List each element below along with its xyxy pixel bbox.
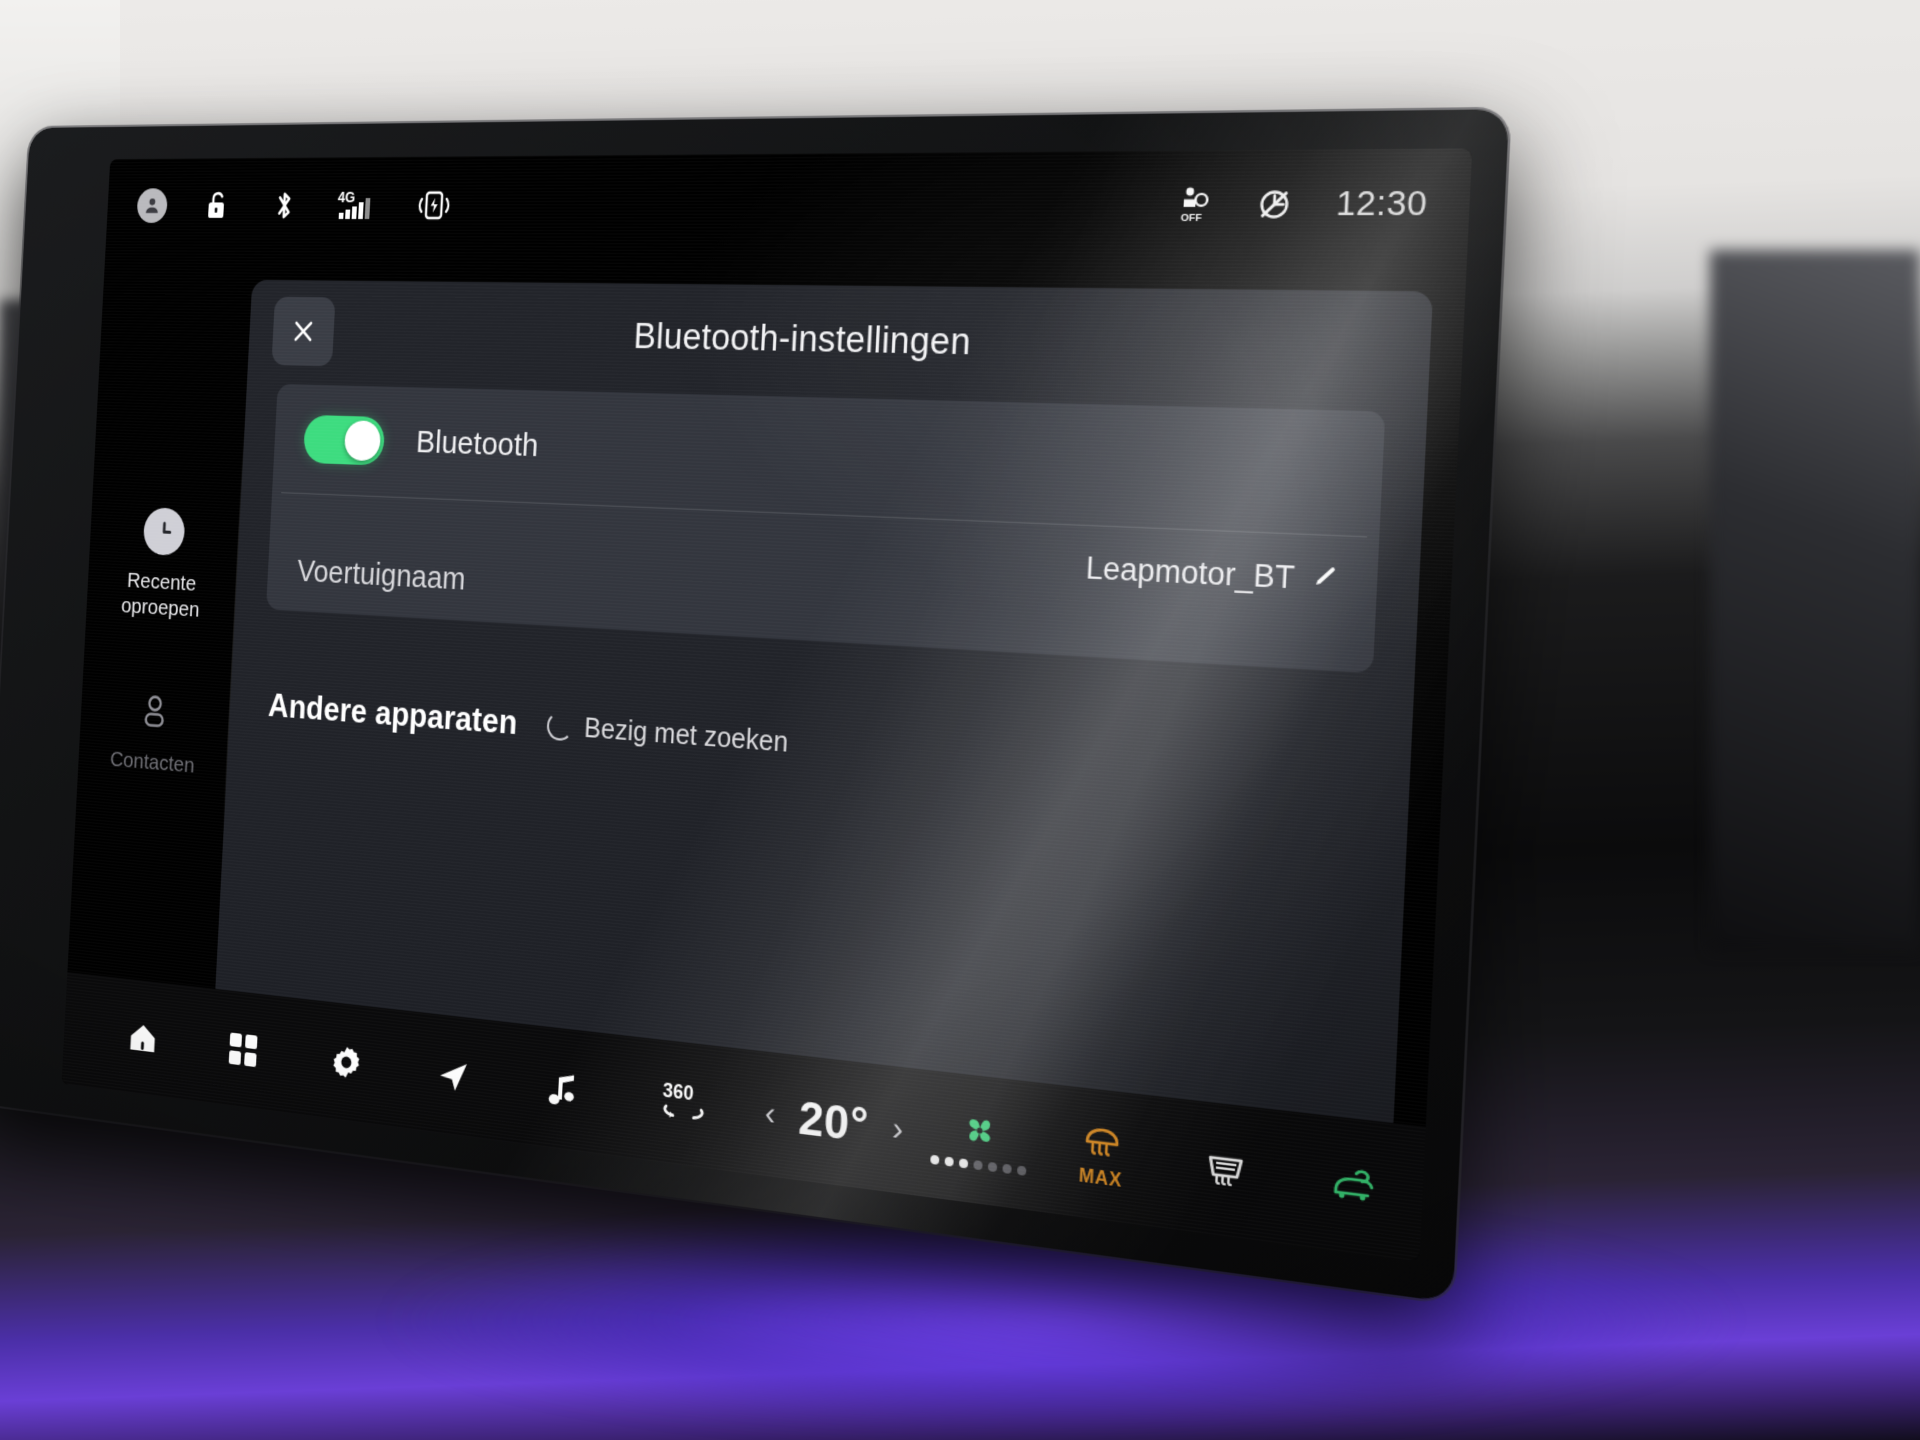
person-icon (133, 687, 176, 737)
profile-icon[interactable] (136, 188, 169, 223)
grid-apps-icon (228, 1032, 258, 1068)
sidebar-label-line-1: Recente (126, 568, 197, 596)
signal-4g-icon: 4G (336, 188, 379, 224)
airbag-off-icon: OFF (1174, 185, 1216, 225)
airflow-mode-icon (1466, 1176, 1473, 1227)
navigation-button[interactable] (396, 1010, 510, 1141)
vehicle-name-value: Leapmotor_BT (1084, 550, 1296, 596)
bluetooth-toggle[interactable] (302, 414, 386, 466)
status-bar-right-icons: OFF 12:30 (1174, 184, 1428, 225)
rear-defrost-icon (1201, 1144, 1251, 1195)
svg-text:4G: 4G (337, 189, 355, 205)
close-button[interactable] (271, 296, 336, 367)
camera-360-button[interactable]: 360 (615, 1035, 753, 1173)
loading-spinner-icon (545, 711, 574, 742)
toggle-knob (343, 420, 382, 462)
status-bar: 4G OFF 12:30 (105, 148, 1472, 260)
other-devices-section: Andere apparaten Bezig met zoeken (267, 687, 1410, 809)
sound-off-icon[interactable] (1254, 184, 1296, 224)
other-devices-title: Andere apparaten (267, 686, 519, 742)
temperature-control: ‹ 20° › (749, 1085, 920, 1160)
fan-icon (969, 1118, 991, 1142)
sidebar-item-recent-calls[interactable]: Recente oproepen (94, 505, 232, 624)
clock-icon (142, 507, 186, 557)
svg-text:360: 360 (662, 1079, 694, 1105)
bluetooth-settings-dialog: Bluetooth-instellingen Bluetooth Leapmot… (215, 279, 1434, 1126)
settings-card: Bluetooth Leapmotor_BT Voertuignaam (266, 383, 1386, 674)
navigation-arrow-icon (439, 1060, 467, 1093)
status-bar-left-icons: 4G (136, 187, 454, 223)
sidebar-label-line-2: oproepen (120, 593, 201, 622)
airflow-mode-button[interactable] (1416, 1126, 1473, 1261)
fan-level-dots (930, 1154, 1027, 1176)
air-recirculation-button[interactable] (1286, 1112, 1422, 1261)
bluetooth-icon[interactable] (268, 188, 301, 223)
home-icon (130, 1023, 156, 1053)
infotainment-screen: 4G OFF 12:30 Recente oproepen Contacten … (61, 148, 1473, 1262)
fan-dot (1017, 1164, 1027, 1176)
stage: 4G OFF 12:30 Recente oproepen Contacten … (0, 0, 1920, 1440)
camera-360-icon: 360 (655, 1079, 713, 1133)
home-button[interactable] (91, 975, 196, 1100)
temperature-value: 20° (797, 1090, 870, 1153)
front-defrost-max-label: MAX (1078, 1166, 1123, 1192)
fan-speed-control[interactable] (917, 1103, 1042, 1177)
scanning-status-text: Bezig met zoeken (583, 712, 789, 758)
fan-dot (973, 1159, 983, 1170)
fan-dot (944, 1155, 954, 1167)
fan-dot (958, 1157, 969, 1169)
music-note-icon (548, 1073, 575, 1105)
sidebar-item-contacts-label: Contacten (109, 747, 196, 778)
infotainment-bezel: 4G OFF 12:30 Recente oproepen Contacten … (0, 109, 1510, 1303)
settings-button[interactable] (291, 998, 402, 1127)
wireless-charging-icon (414, 187, 454, 223)
temp-decrease-button[interactable]: ‹ (764, 1094, 776, 1132)
dialog-title: Bluetooth-instellingen (632, 315, 972, 363)
status-bar-clock: 12:30 (1335, 184, 1429, 224)
media-button[interactable] (504, 1022, 622, 1156)
airbag-off-label: OFF (1181, 211, 1203, 223)
front-defrost-icon (1077, 1117, 1128, 1170)
close-icon (289, 316, 318, 348)
unlock-icon[interactable] (202, 188, 234, 223)
air-recirculation-icon (1325, 1159, 1381, 1212)
sidebar-item-contacts[interactable]: Contacten (86, 684, 223, 781)
gear-icon (332, 1045, 360, 1080)
fan-dot (987, 1161, 998, 1172)
sidebar-item-recent-calls-label: Recente oproepen (121, 567, 202, 623)
front-defrost-button[interactable]: MAX (1038, 1083, 1166, 1227)
fan-dot (1002, 1163, 1012, 1174)
bluetooth-label: Bluetooth (415, 424, 540, 464)
temp-increase-button[interactable]: › (891, 1110, 904, 1149)
pencil-icon[interactable] (1311, 563, 1339, 597)
scanning-status: Bezig met zoeken (545, 710, 789, 759)
rear-defrost-button[interactable] (1160, 1097, 1292, 1244)
apps-button[interactable] (190, 987, 298, 1114)
fan-dot (930, 1154, 940, 1165)
